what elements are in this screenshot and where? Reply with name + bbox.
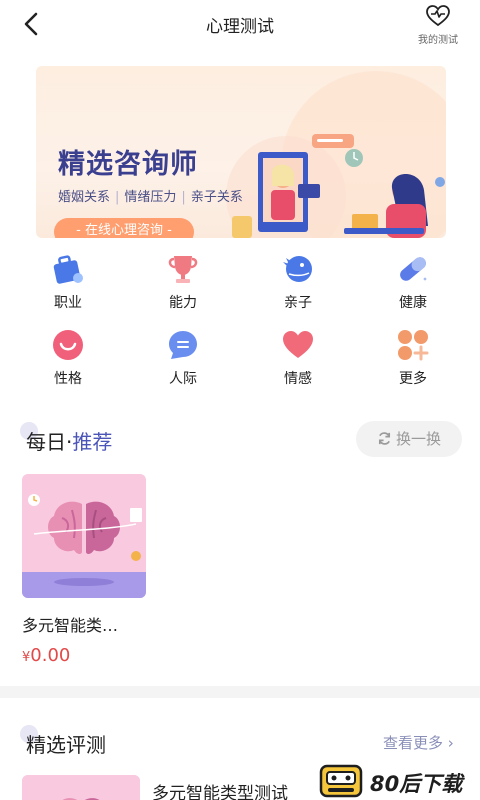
brain-thumbnail-illustration <box>22 775 140 800</box>
watermark-text: 80后下载 <box>370 772 463 796</box>
category-health[interactable]: 健康 <box>368 252 458 312</box>
section-divider <box>0 686 480 698</box>
smile-icon <box>53 330 83 360</box>
banner-tag: 婚姻关系 <box>58 190 111 205</box>
category-career[interactable]: 职业 <box>23 252 113 312</box>
featured-section-header: 精选评测 <box>20 725 106 758</box>
category-label: 健康 <box>399 295 427 311</box>
category-label: 性格 <box>54 371 82 387</box>
brain-illustration <box>22 474 146 598</box>
category-personality[interactable]: 性格 <box>23 328 113 388</box>
daily-section-header: 每日·推荐 <box>20 422 113 455</box>
featured-test-thumbnail[interactable] <box>22 775 140 800</box>
banner-tags: 婚姻关系 | 情绪压力 | 亲子关系 <box>58 190 243 205</box>
grid-dots-icon <box>398 330 429 361</box>
watermark: 80后下载 <box>318 762 480 800</box>
category-parenting[interactable]: 亲子 <box>253 252 343 312</box>
category-label: 亲子 <box>284 295 312 311</box>
swap-label: 换一换 <box>395 430 441 448</box>
category-label: 情感 <box>284 371 312 387</box>
featured-title: 精选评测 <box>26 733 106 757</box>
trophy-icon <box>168 256 198 283</box>
category-social[interactable]: 人际 <box>138 328 228 388</box>
refresh-icon <box>378 432 391 445</box>
category-label: 人际 <box>169 371 197 387</box>
app-header: 心理测试 我的测试 <box>0 0 480 48</box>
category-emotion[interactable]: 情感 <box>253 328 343 388</box>
my-test-button[interactable]: 我的测试 <box>414 4 462 46</box>
swap-button[interactable]: 换一换 <box>356 421 462 457</box>
featured-test-title[interactable]: 多元智能类型测试 <box>152 779 288 800</box>
recommended-test-card[interactable] <box>22 474 146 598</box>
page-title: 心理测试 <box>206 17 274 37</box>
recommended-test-price: ¥0.00 <box>22 645 71 666</box>
heart-icon <box>283 331 313 358</box>
recommended-test-title[interactable]: 多元智能类… <box>22 612 118 636</box>
category-label: 能力 <box>169 295 197 311</box>
daily-title: 每日·推荐 <box>26 430 113 454</box>
heart-pulse-icon <box>426 5 450 27</box>
pill-icon <box>400 257 427 281</box>
view-more-link[interactable]: 查看更多 › <box>383 732 454 753</box>
watermark-logo-icon <box>319 764 363 798</box>
category-ability[interactable]: 能力 <box>138 252 228 312</box>
banner-tag: 亲子关系 <box>190 190 243 205</box>
banner-title: 精选咨询师 <box>58 149 198 180</box>
my-test-label: 我的测试 <box>418 35 458 46</box>
chat-icon <box>169 331 197 359</box>
category-more[interactable]: 更多 <box>368 328 458 388</box>
briefcase-icon <box>53 255 83 284</box>
category-label: 更多 <box>399 371 427 387</box>
banner-tag: 情绪压力 <box>124 190 177 205</box>
counselor-banner[interactable]: 精选咨询师 婚姻关系 | 情绪压力 | 亲子关系 - 在线心理咨询 - <box>36 66 446 238</box>
category-label: 职业 <box>54 295 82 311</box>
online-consult-button[interactable]: - 在线心理咨询 - <box>54 218 194 238</box>
dinosaur-icon <box>283 256 312 282</box>
